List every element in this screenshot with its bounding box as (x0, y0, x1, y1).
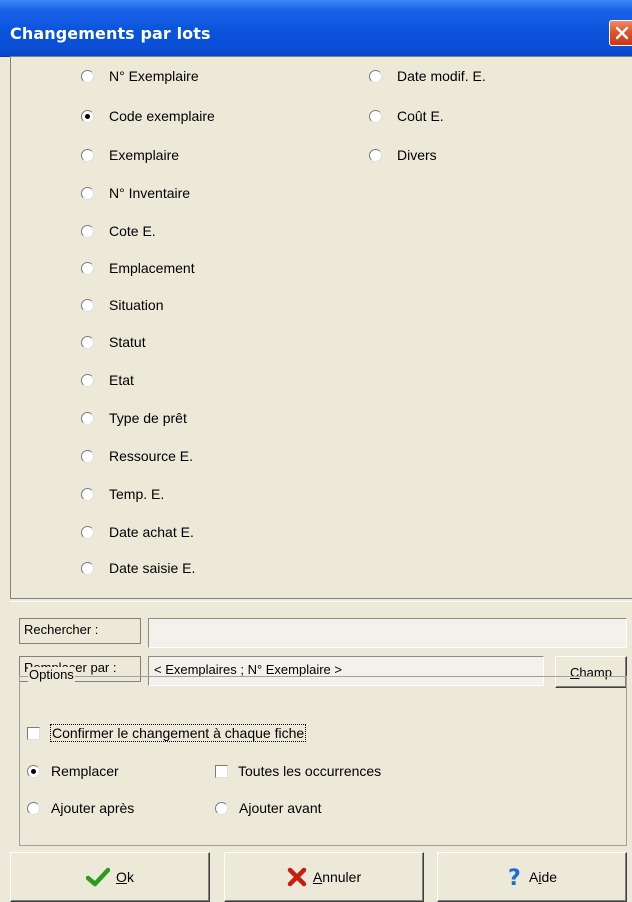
radio-ajouter-avant[interactable]: Ajouter avant (215, 798, 322, 818)
radio-date-achat-e[interactable]: Date achat E. (81, 522, 194, 542)
radio-button[interactable] (81, 186, 94, 200)
radio-cote-e[interactable]: Cote E. (81, 221, 156, 241)
search-label: Rechercher : (19, 618, 141, 644)
ok-button[interactable]: Ok (10, 852, 210, 902)
help-question-icon: ? (507, 866, 523, 888)
radio-label: Code exemplaire (109, 108, 215, 124)
radio-ressource-e[interactable]: Ressource E. (81, 446, 193, 466)
radio-button[interactable] (369, 69, 382, 83)
checkbox[interactable] (27, 726, 40, 740)
radio-situation[interactable]: Situation (81, 295, 163, 315)
close-icon (615, 26, 629, 40)
radio-label: Date achat E. (109, 524, 194, 540)
cross-icon (287, 867, 307, 887)
radio-statut[interactable]: Statut (81, 332, 146, 352)
radio-button[interactable] (81, 148, 94, 162)
radio-n-inventaire[interactable]: N° Inventaire (81, 183, 190, 203)
radio-button[interactable] (81, 261, 94, 275)
checkbox-label: Confirmer le changement à chaque fiche (50, 724, 307, 742)
checkmark-icon (86, 867, 111, 887)
radio-remplacer[interactable]: Remplacer (27, 761, 119, 781)
radio-button[interactable] (81, 561, 94, 575)
svg-text:?: ? (508, 866, 521, 888)
checkbox[interactable] (215, 764, 228, 778)
radio-etat[interactable]: Etat (81, 370, 134, 390)
radio-button[interactable] (369, 148, 382, 162)
radio-ajouter-apres[interactable]: Ajouter après (27, 798, 134, 818)
options-legend: Options (28, 667, 75, 682)
radio-button[interactable] (215, 801, 228, 815)
radio-button[interactable] (27, 801, 40, 815)
help-button-label: Aide (528, 869, 558, 885)
radio-label: Coût E. (397, 108, 444, 124)
radio-label: Type de prêt (109, 410, 187, 426)
search-input[interactable] (148, 618, 627, 648)
radio-divers[interactable]: Divers (369, 145, 437, 165)
help-button[interactable]: ? Aide (437, 852, 627, 902)
radio-n-exemplaire[interactable]: N° Exemplaire (81, 66, 199, 86)
radio-cout-e[interactable]: Coût E. (369, 106, 444, 126)
radio-date-modif-e[interactable]: Date modif. E. (369, 66, 486, 86)
radio-label: Remplacer (51, 763, 119, 779)
radio-button[interactable] (81, 525, 94, 539)
radio-button[interactable] (81, 224, 94, 238)
radio-label: Emplacement (109, 260, 195, 276)
radio-label: Ajouter avant (239, 800, 322, 816)
radio-button[interactable] (81, 298, 94, 312)
radio-button[interactable] (81, 373, 94, 387)
radio-exemplaire[interactable]: Exemplaire (81, 145, 179, 165)
batch-change-dialog: Changements par lots N° Exemplaire Code … (0, 0, 632, 902)
radio-label: Date modif. E. (397, 68, 486, 84)
radio-label: Ajouter après (51, 800, 135, 816)
radio-date-saisie-e[interactable]: Date saisie E. (81, 558, 195, 578)
radio-code-exemplaire[interactable]: Code exemplaire (81, 106, 215, 126)
checkbox-label: Toutes les occurrences (238, 763, 382, 779)
radio-label: N° Inventaire (109, 185, 191, 201)
radio-label: Cote E. (109, 223, 156, 239)
button-bar: Ok Annuler ? Aide (0, 852, 632, 902)
radio-button-checked[interactable] (81, 109, 94, 123)
all-occurrences-checkbox[interactable]: Toutes les occurrences (215, 761, 381, 781)
title-bar[interactable]: Changements par lots (0, 0, 632, 57)
cancel-button-label: Annuler (312, 869, 362, 885)
section-divider (10, 598, 632, 602)
radio-button[interactable] (81, 487, 94, 501)
radio-label: Temp. E. (109, 486, 165, 502)
radio-button[interactable] (369, 109, 382, 123)
radio-button[interactable] (81, 69, 94, 83)
radio-label: N° Exemplaire (109, 68, 199, 84)
radio-emplacement[interactable]: Emplacement (81, 258, 195, 278)
radio-label: Ressource E. (109, 448, 194, 464)
window-title: Changements par lots (10, 24, 211, 43)
radio-button-checked[interactable] (27, 764, 40, 778)
radio-label: Exemplaire (109, 147, 180, 163)
radio-temp-e[interactable]: Temp. E. (81, 484, 164, 504)
close-button[interactable] (609, 20, 632, 46)
ok-button-label: Ok (116, 869, 134, 885)
radio-label: Date saisie E. (109, 560, 196, 576)
field-selection-panel: N° Exemplaire Code exemplaire Exemplaire… (10, 56, 632, 598)
radio-label: Statut (109, 334, 146, 350)
radio-button[interactable] (81, 335, 94, 349)
cancel-button[interactable]: Annuler (224, 852, 424, 902)
radio-label: Divers (397, 147, 437, 163)
radio-label: Etat (109, 372, 134, 388)
radio-button[interactable] (81, 449, 94, 463)
radio-label: Situation (109, 297, 164, 313)
radio-button[interactable] (81, 411, 94, 425)
radio-type-de-pret[interactable]: Type de prêt (81, 408, 187, 428)
confirm-each-checkbox[interactable]: Confirmer le changement à chaque fiche (27, 723, 307, 743)
